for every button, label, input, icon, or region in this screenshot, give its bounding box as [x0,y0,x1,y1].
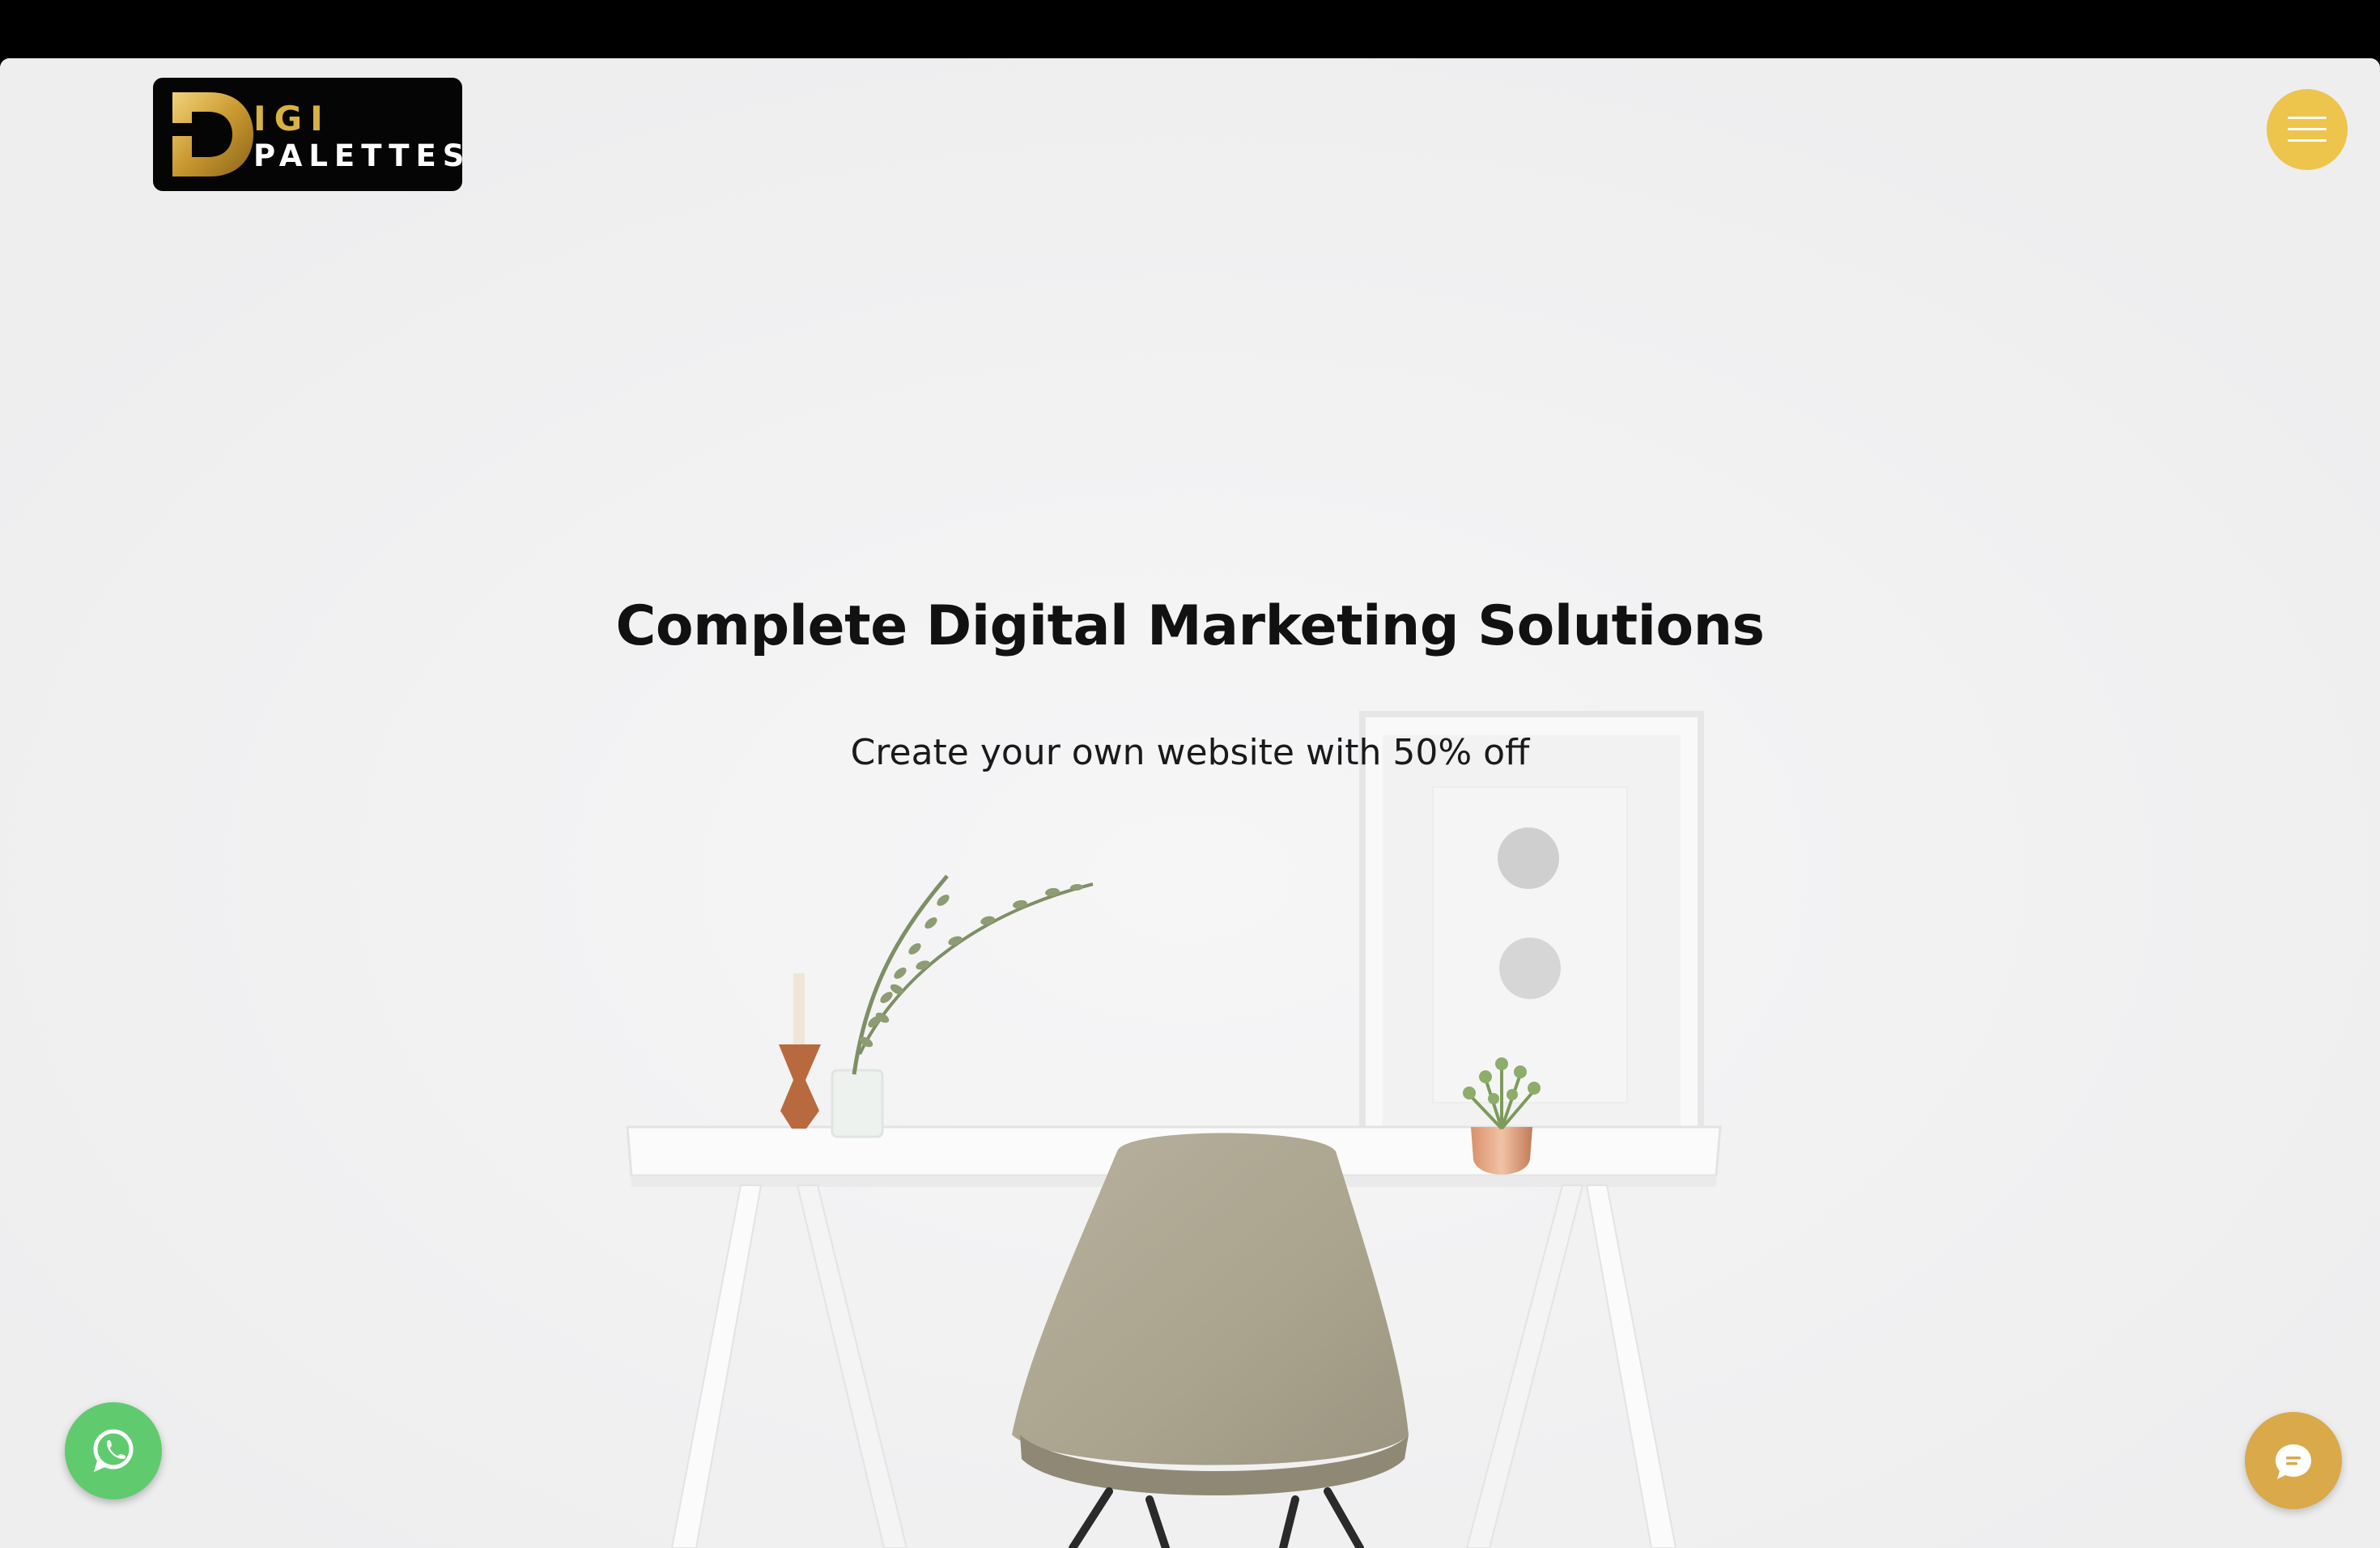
page-viewport: IGI PALETTES Complete Digital Marketing … [0,58,2380,1548]
logo-text-bottom: PALETTES [253,138,471,173]
whatsapp-icon [93,1429,134,1472]
hero-background-image [0,58,2380,1548]
hamburger-menu-icon [2288,117,2327,119]
hamburger-menu-button[interactable] [2267,89,2348,170]
chat-widget-button[interactable] [2245,1412,2342,1509]
logo-text-top: IGI [253,99,331,138]
hero-subtitle: Create your own website with 50% off [850,732,1530,773]
hero-title: Complete Digital Marketing Solutions [615,594,1766,658]
browser-top-bar [0,0,2380,58]
chat-bubble-icon [2276,1444,2311,1479]
logo-d-mark-icon [172,92,253,176]
hamburger-menu-icon-middle [2288,128,2327,130]
whatsapp-button[interactable] [65,1402,162,1499]
site-logo[interactable]: IGI PALETTES [153,78,464,191]
hamburger-menu-icon-bottom [2288,139,2327,142]
